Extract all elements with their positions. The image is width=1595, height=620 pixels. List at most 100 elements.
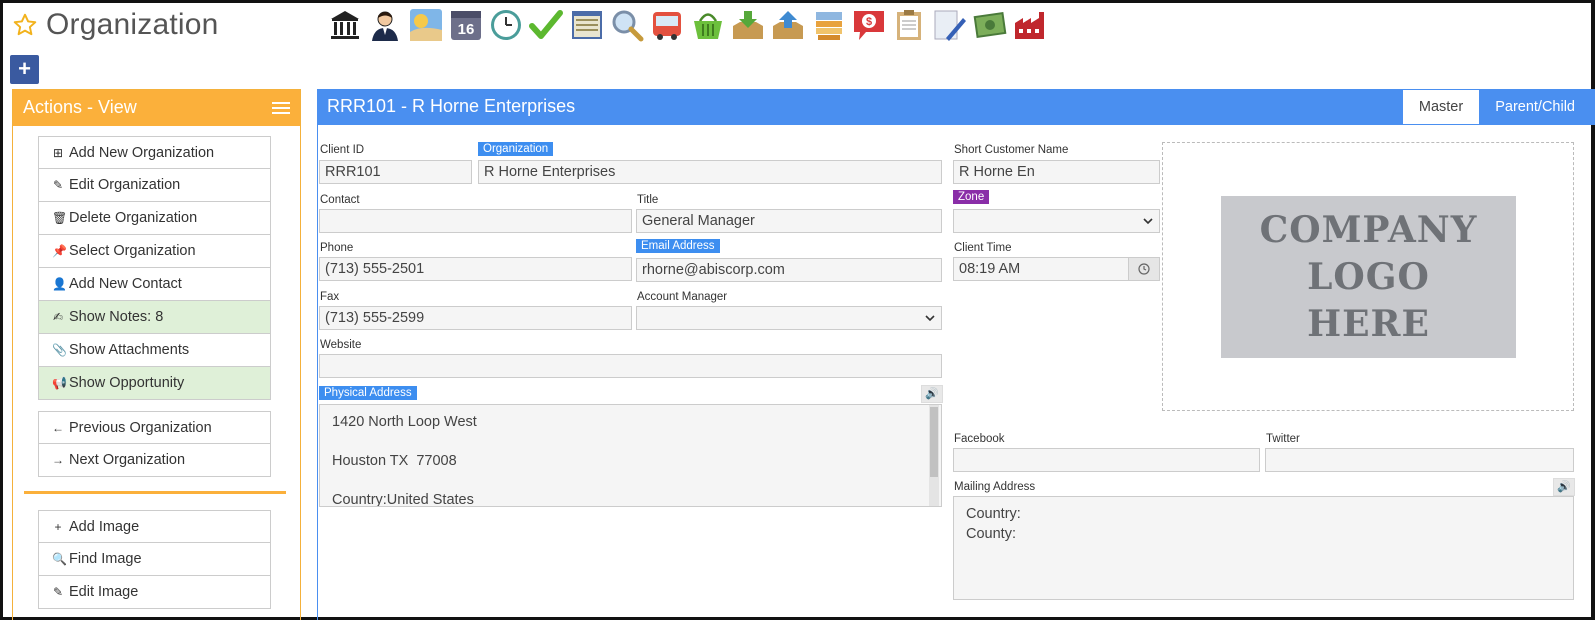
speaker-icon[interactable]: 🔊 [1553, 478, 1575, 496]
factory-icon[interactable] [1013, 8, 1047, 42]
action-label: Delete Organization [69, 210, 198, 226]
plus-square-icon: ⊞ [52, 145, 64, 160]
window-icon[interactable] [570, 8, 604, 42]
scroll-thumb[interactable] [930, 407, 938, 477]
dollar-chat-icon[interactable]: $ [852, 8, 886, 42]
action-label: Next Organization [69, 452, 186, 468]
phone-field[interactable]: (713) 555-2501 [319, 257, 632, 281]
clock-icon [1138, 263, 1150, 275]
hamburger-menu-icon[interactable] [272, 102, 290, 115]
speaker-icon[interactable]: 🔊 [921, 385, 943, 403]
person-icon[interactable] [368, 8, 402, 42]
tab-bar: Master Parent/Child [1402, 90, 1591, 124]
facebook-field[interactable] [953, 448, 1260, 472]
scrollbar[interactable] [929, 405, 939, 506]
phone-label: Phone [320, 242, 354, 254]
mailing-address-field[interactable]: Country: County: [953, 496, 1574, 600]
show-notes-button[interactable]: ✍ Show Notes: 8 [38, 301, 271, 334]
title-label: Title [637, 194, 659, 206]
tab-parent-child[interactable]: Parent/Child [1479, 90, 1591, 124]
client-time-field[interactable]: 08:19 AM [953, 257, 1129, 281]
add-new-organization-button[interactable]: ⊞ Add New Organization [38, 136, 271, 169]
logo-text: LOGO [1307, 255, 1430, 298]
action-label: Find Image [69, 551, 142, 567]
svg-text:16: 16 [458, 21, 475, 38]
email-field[interactable]: rhorne@abiscorp.com [636, 258, 942, 282]
contact-field[interactable] [319, 209, 632, 233]
company-logo-placeholder: COMPANY LOGO HERE [1221, 196, 1516, 358]
page-title: Organization [46, 8, 219, 41]
action-label: Add Image [69, 518, 140, 535]
section-divider [24, 491, 286, 494]
short-customer-name-field[interactable]: R Horne En [953, 160, 1160, 184]
contact-label: Contact [320, 194, 360, 206]
select-organization-button[interactable]: 📌 Select Organization [38, 235, 271, 268]
time-picker-button[interactable] [1128, 257, 1160, 281]
fax-field[interactable]: (713) 555-2599 [319, 306, 632, 330]
show-opportunity-button[interactable]: 📢 Show Opportunity [38, 367, 271, 400]
page-title-area: Organization [12, 8, 219, 42]
account-manager-select[interactable] [636, 306, 942, 330]
add-button[interactable]: + [10, 55, 39, 84]
website-field[interactable] [319, 354, 942, 378]
edit-organization-button[interactable]: ✎ Edit Organization [38, 169, 271, 202]
basket-icon[interactable] [691, 8, 725, 42]
inbox-download-icon[interactable] [731, 8, 765, 42]
facebook-label: Facebook [954, 433, 1005, 445]
physical-address-field[interactable]: 1420 North Loop West Houston TX 77008 Co… [319, 404, 942, 507]
checkmark-icon[interactable] [529, 8, 564, 42]
user-icon: 👤 [52, 277, 67, 291]
arrow-left-icon: ← [52, 420, 64, 435]
action-label: Edit Image [69, 584, 139, 600]
tab-master[interactable]: Master [1402, 90, 1480, 124]
pencil-icon: ✎ [52, 178, 64, 192]
add-image-button[interactable]: + Add Image [38, 510, 271, 543]
physical-address-label: Physical Address [319, 386, 417, 400]
svg-text:$: $ [866, 16, 872, 28]
chevron-down-icon [925, 315, 935, 322]
calendar-16-icon[interactable]: 16 [449, 8, 483, 42]
organization-field[interactable]: R Horne Enterprises [478, 160, 942, 184]
edit-image-button[interactable]: ✎ Edit Image [38, 576, 271, 609]
pencil-icon: ✎ [52, 585, 64, 599]
trash-icon: 🗑 [52, 211, 68, 225]
action-list-images: + Add Image 🔍 Find Image ✎ Edit Image [38, 510, 271, 609]
inbox-upload-icon[interactable] [771, 8, 805, 42]
find-image-button[interactable]: 🔍 Find Image [38, 543, 271, 576]
mailing-address-label: Mailing Address [954, 481, 1036, 493]
account-manager-label: Account Manager [637, 291, 728, 303]
action-label: Show Attachments [69, 342, 190, 358]
bus-icon[interactable] [650, 8, 684, 42]
title-field[interactable]: General Manager [636, 209, 942, 233]
document-pen-icon[interactable] [932, 8, 967, 42]
toolbar: 16 $ [328, 8, 1053, 42]
sunrise-icon[interactable] [409, 8, 443, 42]
search-icon: 🔍 [52, 552, 67, 566]
stack-icon[interactable] [812, 8, 846, 42]
action-list-navigation: ← Previous Organization → Next Organizatio… [38, 411, 271, 477]
star-icon[interactable] [12, 12, 38, 38]
delete-organization-button[interactable]: 🗑 Delete Organization [38, 202, 271, 235]
action-label: Show Notes: 8 [69, 309, 164, 325]
fax-label: Fax [320, 291, 340, 303]
bank-icon[interactable] [328, 8, 362, 42]
show-attachments-button[interactable]: 📎 Show Attachments [38, 334, 271, 367]
pushpin-icon: 📌 [52, 244, 67, 258]
chevron-down-icon [1143, 218, 1153, 225]
action-list-primary: ⊞ Add New Organization ✎ Edit Organization… [38, 136, 271, 400]
clock-icon[interactable] [489, 8, 523, 42]
previous-organization-button[interactable]: ← Previous Organization [38, 411, 271, 444]
action-label: Show Opportunity [69, 375, 185, 391]
zone-select[interactable] [953, 209, 1160, 233]
next-organization-button[interactable]: → Next Organization [38, 444, 271, 477]
money-icon[interactable] [973, 8, 1007, 42]
twitter-field[interactable] [1265, 448, 1574, 472]
clipboard-icon[interactable] [892, 8, 926, 42]
logo-text: COMPANY [1259, 208, 1478, 251]
client-id-field[interactable]: RRR101 [319, 160, 472, 184]
actions-header: Actions - View [13, 90, 300, 126]
magnifier-icon[interactable] [610, 8, 644, 42]
client-time-label: Client Time [954, 242, 1012, 254]
logo-text: HERE [1307, 302, 1430, 345]
add-new-contact-button[interactable]: 👤 Add New Contact [38, 268, 271, 301]
